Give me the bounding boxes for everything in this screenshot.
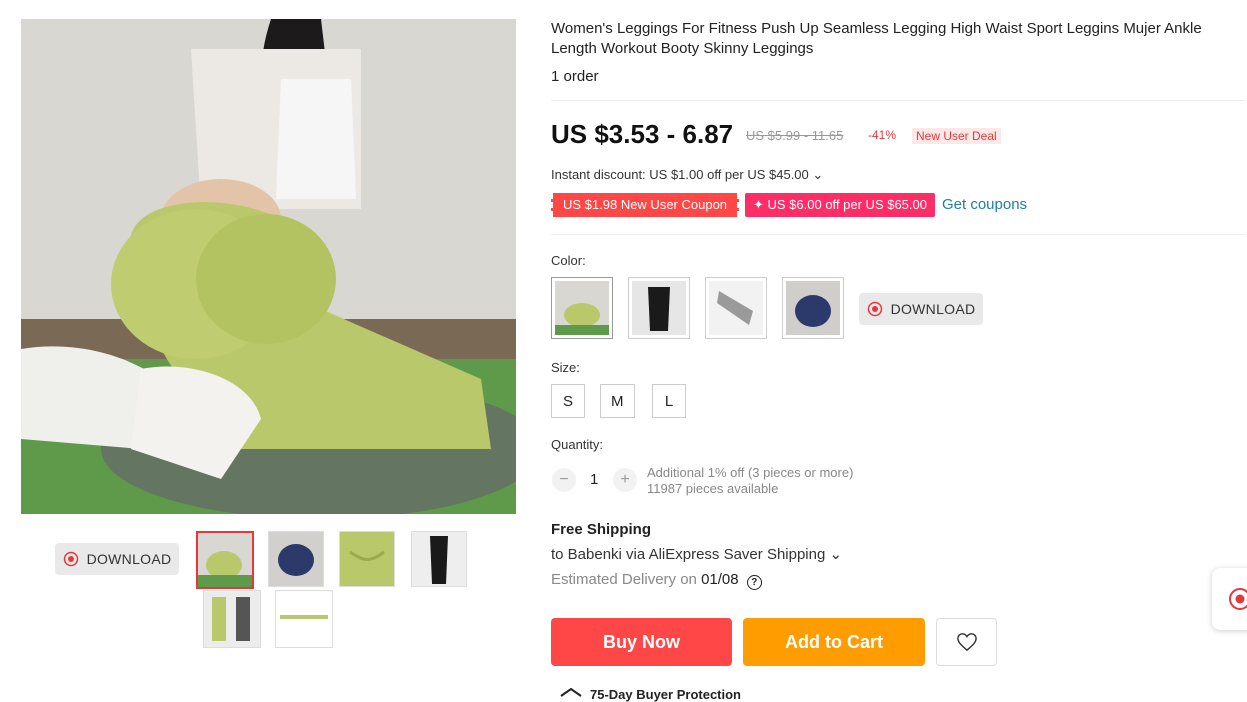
color-option-navy[interactable] — [782, 277, 844, 339]
shipping-title: Free Shipping — [551, 521, 652, 538]
target-icon — [63, 551, 78, 567]
target-icon — [1229, 588, 1247, 610]
color-swatch-image — [555, 281, 609, 335]
color-option-green[interactable] — [551, 277, 613, 339]
thumbnail-6[interactable] — [275, 590, 333, 648]
color-option-black[interactable] — [628, 277, 690, 339]
order-count: 1 order — [551, 68, 599, 85]
product-title: Women's Leggings For Fitness Push Up Sea… — [551, 20, 1202, 57]
target-icon — [867, 301, 882, 317]
floating-capture-button[interactable] — [1212, 568, 1247, 630]
store-coupon[interactable]: ✦ US $6.00 off per US $65.00 — [745, 193, 935, 217]
heart-icon — [956, 633, 977, 652]
price: US $3.53 - 6.87 — [551, 119, 734, 149]
size-option-m[interactable]: M — [600, 384, 635, 418]
buyer-protection: 75-Day Buyer Protection — [560, 687, 741, 702]
thumbnail-image — [412, 532, 466, 586]
wishlist-button[interactable] — [936, 618, 997, 666]
shipping-method[interactable]: to Babenki via AliExpress Saver Shipping… — [551, 545, 842, 563]
thumbnail-1[interactable] — [196, 531, 254, 589]
color-download-button[interactable]: DOWNLOAD — [859, 293, 983, 325]
product-photo — [21, 19, 516, 514]
quantity-note: Additional 1% off (3 pieces or more) 119… — [647, 465, 853, 497]
color-swatch-image — [632, 281, 686, 335]
buy-now-button[interactable]: Buy Now — [551, 618, 732, 666]
main-product-image[interactable] — [21, 19, 516, 514]
thumbnail-image — [276, 591, 332, 647]
thumbnail-image — [340, 532, 394, 586]
color-download-label: DOWNLOAD — [890, 301, 976, 317]
estimated-delivery-prefix: Estimated Delivery on — [551, 571, 702, 588]
stock-available: 11987 pieces available — [647, 481, 779, 496]
color-label: Color: — [551, 253, 586, 268]
new-user-deal-tag: New User Deal — [912, 128, 1001, 144]
original-price: US $5.99 - 11.65 — [746, 128, 844, 143]
thumbnail-image — [269, 532, 323, 586]
color-swatch-image — [786, 281, 840, 335]
help-icon[interactable]: ? — [746, 575, 762, 590]
new-user-coupon[interactable]: US $1.98 New User Coupon — [551, 193, 740, 217]
thumbnail-3[interactable] — [339, 531, 395, 587]
color-swatch-image — [709, 281, 763, 335]
bulk-discount-note: Additional 1% off (3 pieces or more) — [647, 465, 854, 480]
divider — [551, 234, 1245, 235]
quantity-decrease-button[interactable]: − — [552, 468, 576, 492]
discount-percent: -41% — [868, 128, 897, 142]
divider — [551, 100, 1245, 101]
quantity-value[interactable]: 1 — [590, 471, 598, 488]
shield-icon — [560, 687, 582, 697]
estimated-delivery: Estimated Delivery on 01/08 ? — [551, 571, 762, 590]
thumbnail-image — [198, 533, 252, 587]
size-option-s[interactable]: S — [551, 384, 585, 418]
thumbnail-2[interactable] — [268, 531, 324, 587]
instant-discount[interactable]: Instant discount: US $1.00 off per US $4… — [551, 167, 823, 183]
gallery-download-button[interactable]: DOWNLOAD — [55, 543, 179, 575]
gallery-download-label: DOWNLOAD — [86, 551, 172, 567]
buyer-protection-label: 75-Day Buyer Protection — [590, 687, 741, 702]
thumbnail-4[interactable] — [411, 531, 467, 587]
get-coupons-link[interactable]: Get coupons — [942, 196, 1027, 213]
size-label: Size: — [551, 360, 580, 375]
thumbnail-5[interactable] — [203, 590, 261, 648]
quantity-label: Quantity: — [551, 437, 604, 452]
add-to-cart-button[interactable]: Add to Cart — [743, 618, 925, 666]
thumbnail-image — [204, 591, 260, 647]
estimated-delivery-date: 01/08 — [701, 571, 739, 588]
quantity-increase-button[interactable]: + — [613, 468, 637, 492]
size-option-l[interactable]: L — [652, 384, 686, 418]
color-option-gray[interactable] — [705, 277, 767, 339]
